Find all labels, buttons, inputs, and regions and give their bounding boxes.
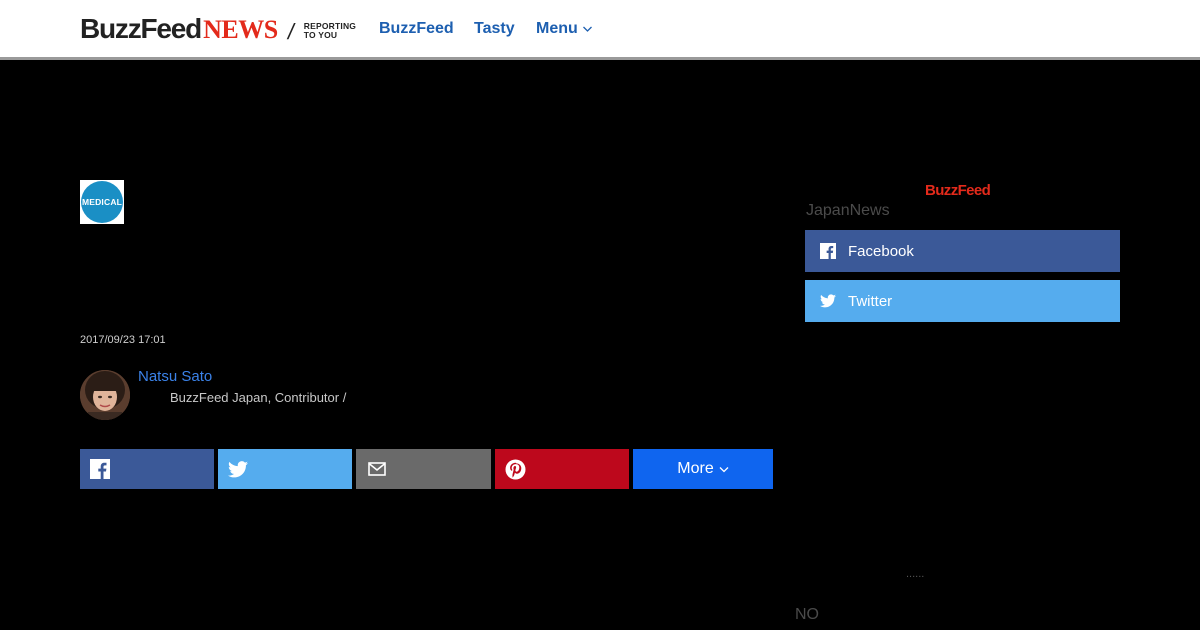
avatar[interactable] bbox=[80, 370, 130, 420]
logo-buzzfeed-text: BuzzFeed bbox=[80, 13, 202, 44]
logo-news-text: NEWS bbox=[203, 15, 278, 44]
sidebar-buzzfeed-logo: BuzzFeed bbox=[925, 182, 991, 199]
logo-slash: / bbox=[285, 19, 297, 44]
nav-item-buzzfeed[interactable]: BuzzFeed bbox=[379, 20, 454, 38]
twitter-icon bbox=[228, 460, 248, 477]
twitter-icon bbox=[820, 293, 836, 309]
nav-item-tasty[interactable]: Tasty bbox=[474, 20, 515, 38]
follow-twitter-button[interactable]: Twitter bbox=[805, 280, 1120, 322]
chevron-down-icon bbox=[582, 26, 592, 32]
sidebar-japan-news-label: JapanNews bbox=[806, 202, 890, 219]
author-name-link[interactable]: Natsu Sato bbox=[138, 368, 212, 385]
publish-timestamp: 2017/09/23 17:01 bbox=[80, 334, 166, 346]
nav-link-tasty[interactable]: Tasty bbox=[474, 20, 515, 38]
follow-twitter-label: Twitter bbox=[848, 292, 893, 310]
share-more-label: More bbox=[677, 460, 714, 477]
nav-link-menu[interactable]: Menu bbox=[536, 20, 578, 38]
chevron-down-icon bbox=[719, 466, 729, 472]
author-title: BuzzFeed Japan, Contributor / bbox=[170, 390, 347, 405]
author-photo-icon bbox=[80, 370, 130, 420]
logo-tagline: REPORTING TO YOU bbox=[304, 22, 356, 40]
nav-link-buzzfeed[interactable]: BuzzFeed bbox=[379, 20, 454, 38]
sidebar-no-text: NO bbox=[795, 606, 819, 623]
share-email-button[interactable] bbox=[356, 449, 491, 489]
share-pinterest-button[interactable] bbox=[495, 449, 629, 489]
follow-facebook-button[interactable]: Facebook bbox=[805, 230, 1120, 272]
follow-facebook-label: Facebook bbox=[848, 242, 914, 260]
pinterest-icon bbox=[505, 459, 526, 479]
medical-badge-label: MEDICAL bbox=[81, 181, 123, 223]
share-facebook-button[interactable] bbox=[80, 449, 214, 489]
share-more-button[interactable]: More bbox=[633, 449, 773, 489]
nav-item-menu[interactable]: Menu bbox=[536, 20, 593, 38]
facebook-icon bbox=[820, 243, 836, 259]
facebook-icon bbox=[90, 459, 110, 479]
logo-tagline-line2: TO YOU bbox=[303, 30, 338, 40]
medical-category-badge[interactable]: MEDICAL bbox=[80, 180, 124, 224]
share-twitter-button[interactable] bbox=[218, 449, 352, 489]
mail-icon bbox=[368, 462, 386, 476]
buzzfeed-news-logo[interactable]: BuzzFeed NEWS / REPORTING TO YOU bbox=[80, 13, 356, 45]
sidebar-ellipsis: ...... bbox=[906, 568, 925, 580]
share-bar: More bbox=[80, 449, 773, 489]
top-navigation-bar: BuzzFeed NEWS / REPORTING TO YOU BuzzFee… bbox=[0, 0, 1200, 60]
